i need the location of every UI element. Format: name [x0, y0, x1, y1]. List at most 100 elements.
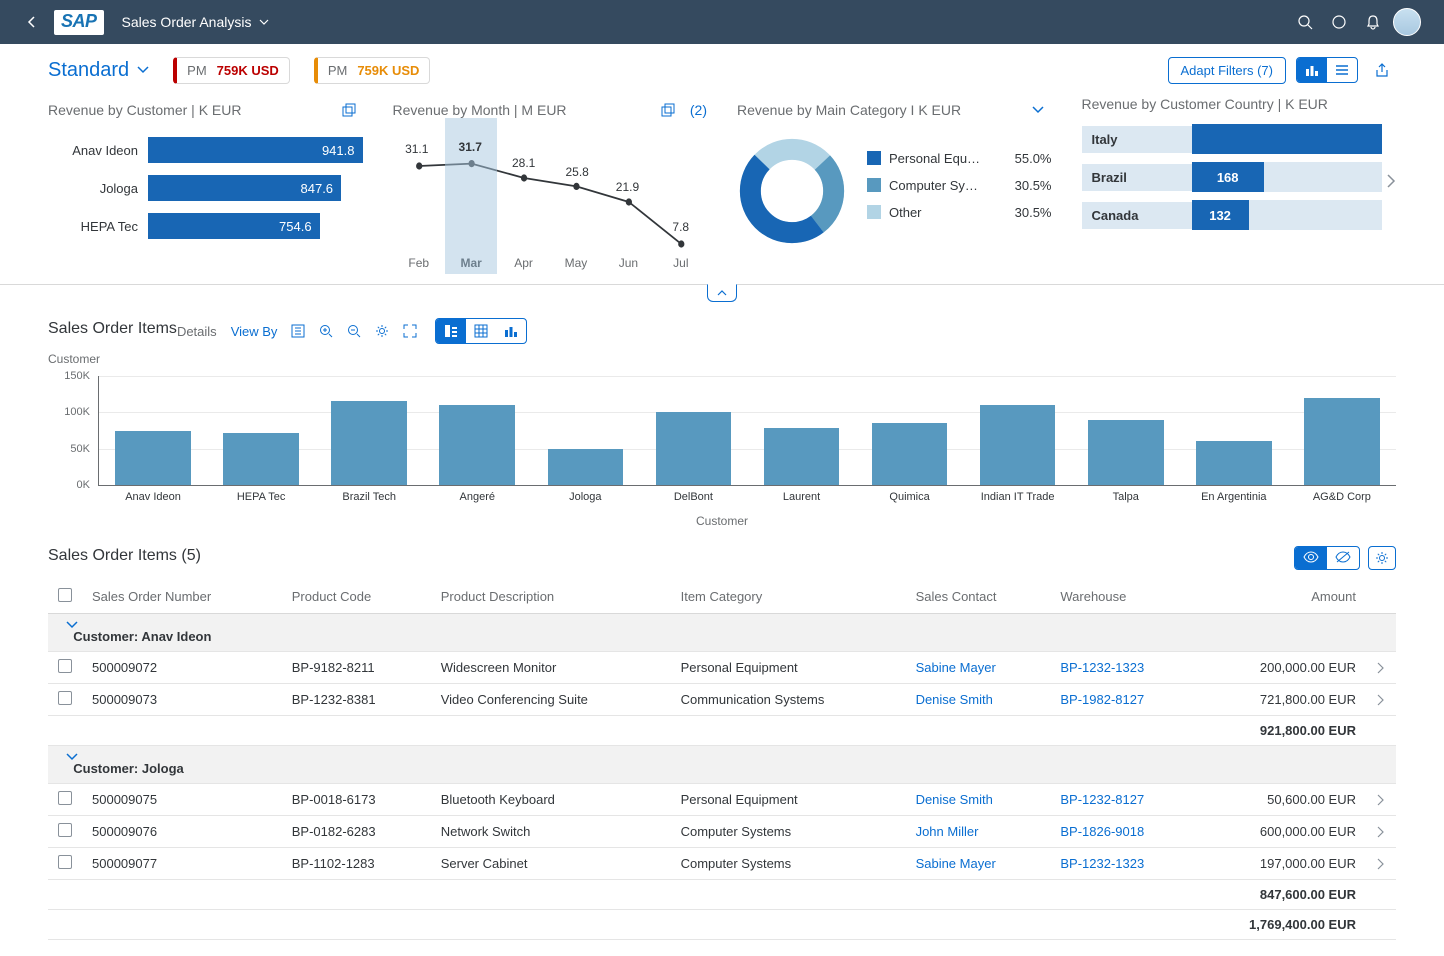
cell-warehouse[interactable]: BP-1826-9018 [1050, 816, 1199, 848]
bar-column[interactable]: Anav Ideon [99, 376, 207, 485]
country-row[interactable]: Brazil 168 [1082, 162, 1383, 192]
popout-icon[interactable] [335, 96, 363, 124]
row-nav-button[interactable] [1376, 794, 1386, 806]
table-row[interactable]: 500009076 BP-0182-6283 Network Switch Co… [48, 816, 1396, 848]
col-item-category[interactable]: Item Category [671, 580, 906, 614]
bar-column[interactable]: Quimica [856, 376, 964, 485]
row-nav-button[interactable] [1376, 858, 1386, 870]
table-view-button[interactable] [466, 319, 496, 343]
table-row[interactable]: 500009072 BP-9182-8211 Widescreen Monito… [48, 652, 1396, 684]
cell-sales-contact[interactable]: Denise Smith [906, 684, 1051, 716]
donut-chart[interactable] [737, 136, 847, 246]
bar-column[interactable]: Jologa [531, 376, 639, 485]
month-label[interactable]: Jun [602, 256, 654, 270]
col-amount[interactable]: Amount [1199, 580, 1366, 614]
cell-sales-contact[interactable]: Denise Smith [906, 784, 1051, 816]
legend-icon[interactable] [291, 324, 305, 338]
cell-sales-contact[interactable]: Sabine Mayer [906, 652, 1051, 684]
popout-icon[interactable] [654, 96, 682, 124]
search-icon[interactable] [1288, 5, 1322, 39]
show-button[interactable] [1295, 547, 1327, 569]
chevron-down-icon[interactable] [66, 621, 1386, 629]
col-product-desc[interactable]: Product Description [431, 580, 671, 614]
select-all-checkbox[interactable] [58, 588, 72, 602]
cell-warehouse[interactable]: BP-1232-1323 [1050, 652, 1199, 684]
row-checkbox[interactable] [58, 659, 72, 673]
notification-icon[interactable] [1356, 5, 1390, 39]
table-row[interactable]: 500009077 BP-1102-1283 Server Cabinet Co… [48, 848, 1396, 880]
line-chart[interactable]: 31.1 31.7 28.1 25.8 21.9 7.8 [393, 136, 708, 256]
bar-column[interactable]: Brazil Tech [315, 376, 423, 485]
month-label[interactable]: Apr [497, 256, 549, 270]
col-product-code[interactable]: Product Code [282, 580, 431, 614]
bar-label: DelBont [674, 491, 713, 503]
bar-row[interactable]: Anav Ideon 941.8 [48, 136, 363, 164]
bar-column[interactable]: AG&D Corp [1288, 376, 1396, 485]
next-button[interactable] [1386, 173, 1396, 189]
country-row[interactable]: Italy [1082, 124, 1383, 154]
kpi-card-1[interactable]: PM 759K USD [173, 57, 290, 84]
zoom-out-icon[interactable] [347, 324, 361, 338]
row-checkbox[interactable] [58, 691, 72, 705]
bar-row[interactable]: Jologa 847.6 [48, 174, 363, 202]
chart-only-button[interactable] [496, 319, 526, 343]
row-checkbox[interactable] [58, 855, 72, 869]
bar-column[interactable]: En Argentinia [1180, 376, 1288, 485]
adapt-filters-button[interactable]: Adapt Filters (7) [1168, 57, 1286, 84]
cell-sales-contact[interactable]: John Miller [906, 816, 1051, 848]
chevron-up-icon [717, 290, 727, 296]
col-warehouse[interactable]: Warehouse [1050, 580, 1199, 614]
legend-item[interactable]: Computer Sy… 30.5% [867, 178, 1052, 193]
legend-item[interactable]: Other 30.5% [867, 205, 1052, 220]
cell-sales-contact[interactable]: Sabine Mayer [906, 848, 1051, 880]
table-row[interactable]: 500009073 BP-1232-8381 Video Conferencin… [48, 684, 1396, 716]
collapse-button[interactable] [707, 284, 737, 302]
settings-icon[interactable] [375, 324, 389, 338]
shell-title[interactable]: Sales Order Analysis [122, 14, 270, 30]
col-sales-contact[interactable]: Sales Contact [906, 580, 1051, 614]
row-checkbox[interactable] [58, 823, 72, 837]
list-view-button[interactable] [1327, 58, 1357, 82]
month-label[interactable]: Jul [655, 256, 707, 270]
bar-column[interactable]: Talpa [1072, 376, 1180, 485]
cell-warehouse[interactable]: BP-1232-1323 [1050, 848, 1199, 880]
fullscreen-icon[interactable] [403, 324, 417, 338]
group-row[interactable]: Customer: Anav Ideon [48, 614, 1396, 652]
col-order-number[interactable]: Sales Order Number [82, 580, 282, 614]
row-nav-button[interactable] [1376, 662, 1386, 674]
customer-bar-chart[interactable]: 0K50K100K150K Anav Ideon HEPA Tec Brazil… [98, 376, 1396, 486]
hide-button[interactable] [1327, 547, 1359, 569]
cell-product-desc: Widescreen Monitor [431, 652, 671, 684]
zoom-in-icon[interactable] [319, 324, 333, 338]
user-avatar[interactable] [1390, 5, 1424, 39]
bar-column[interactable]: Indian IT Trade [964, 376, 1072, 485]
table-settings-button[interactable] [1368, 546, 1396, 570]
back-button[interactable] [20, 10, 44, 34]
chevron-down-icon[interactable] [66, 753, 1386, 761]
cell-warehouse[interactable]: BP-1232-8127 [1050, 784, 1199, 816]
country-row[interactable]: Canada 132 [1082, 200, 1383, 230]
cell-warehouse[interactable]: BP-1982-8127 [1050, 684, 1199, 716]
share-button[interactable] [1368, 56, 1396, 84]
view-by-link[interactable]: View By [231, 324, 278, 339]
month-label[interactable]: May [550, 256, 602, 270]
variant-selector[interactable]: Standard [48, 59, 149, 82]
row-nav-button[interactable] [1376, 826, 1386, 838]
row-checkbox[interactable] [58, 791, 72, 805]
kpi-card-2[interactable]: PM 759K USD [314, 57, 431, 84]
bar-column[interactable]: DelBont [639, 376, 747, 485]
bar-column[interactable]: HEPA Tec [207, 376, 315, 485]
chart-view-button[interactable] [1297, 58, 1327, 82]
chevron-down-icon[interactable] [1024, 96, 1052, 124]
row-nav-button[interactable] [1376, 694, 1386, 706]
hybrid-view-button[interactable] [436, 319, 466, 343]
table-row[interactable]: 500009075 BP-0018-6173 Bluetooth Keyboar… [48, 784, 1396, 816]
legend-item[interactable]: Personal Equ… 55.0% [867, 151, 1052, 166]
cell-product-desc: Bluetooth Keyboard [431, 784, 671, 816]
group-row[interactable]: Customer: Jologa [48, 746, 1396, 784]
month-label[interactable]: Feb [393, 256, 445, 270]
bar-column[interactable]: Angeré [423, 376, 531, 485]
bar-row[interactable]: HEPA Tec 754.6 [48, 212, 363, 240]
copilot-icon[interactable] [1322, 5, 1356, 39]
bar-column[interactable]: Laurent [747, 376, 855, 485]
